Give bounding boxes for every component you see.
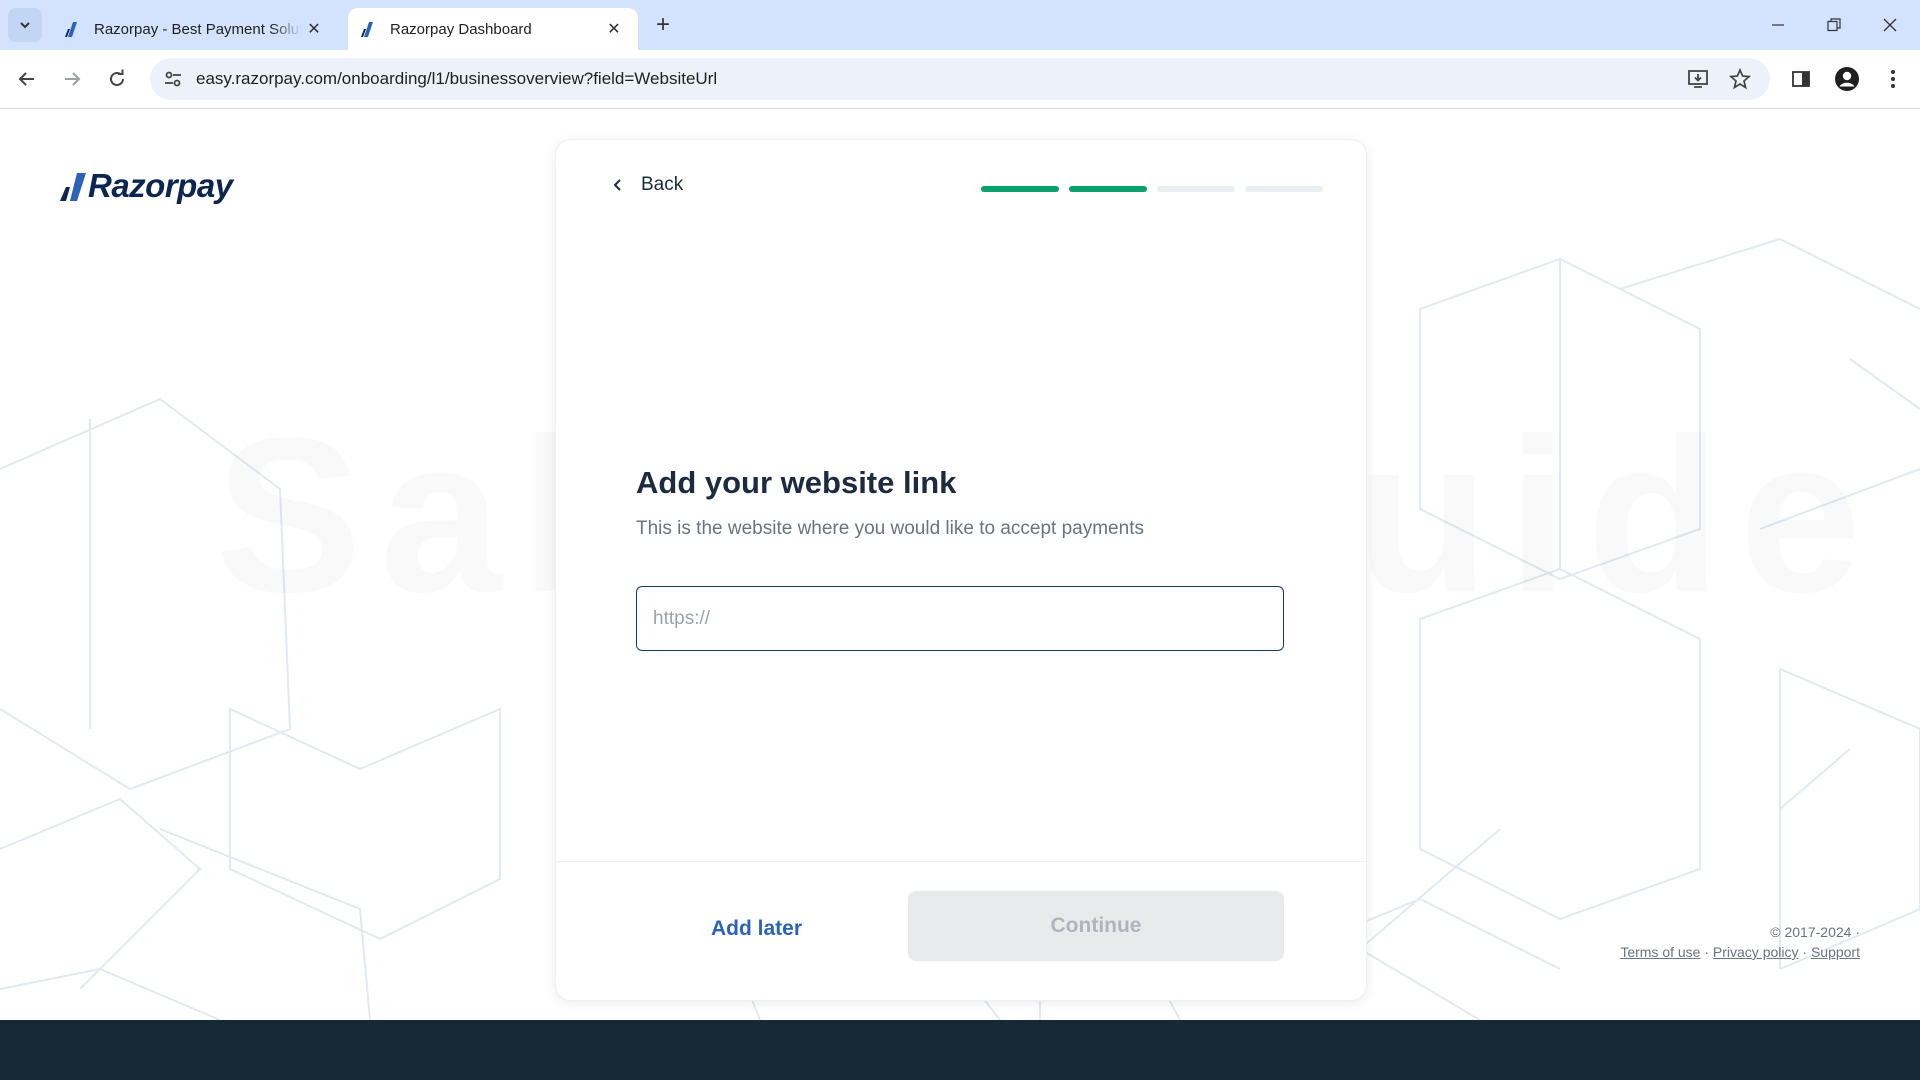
browser-menu-button[interactable] [1876, 62, 1910, 96]
browser-tab-razorpay-home[interactable]: Razorpay - Best Payment Solution ✕ [52, 8, 338, 50]
progress-step [1157, 186, 1235, 192]
copyright-text: © 2017-2024 · [1770, 924, 1860, 940]
reload-button[interactable] [100, 62, 134, 96]
razorpay-logo-icon [60, 173, 86, 201]
arrow-right-icon [65, 72, 81, 86]
progress-step [981, 186, 1059, 192]
close-tab-icon[interactable]: ✕ [302, 17, 326, 41]
chevron-down-icon [20, 22, 30, 29]
back-label: Back [641, 174, 684, 195]
razorpay-favicon-icon [65, 22, 77, 37]
address-bar[interactable]: easy.razorpay.com/onboarding/l1/business… [150, 58, 1770, 100]
razorpay-favicon-icon [361, 22, 373, 37]
tab-title: Razorpay Dashboard [390, 20, 532, 38]
separator: · [1802, 944, 1808, 960]
close-icon [1883, 18, 1897, 32]
profile-avatar-icon [1835, 67, 1859, 91]
continue-button[interactable]: Continue [908, 891, 1284, 961]
install-app-icon[interactable] [1686, 67, 1710, 91]
side-panel-button[interactable] [1784, 62, 1818, 96]
separator: · [1704, 944, 1710, 960]
back-nav-button[interactable] [10, 62, 44, 96]
reload-icon [110, 69, 124, 86]
forward-nav-button[interactable] [55, 62, 89, 96]
privacy-policy-link[interactable]: Privacy policy [1713, 944, 1799, 960]
browser-tab-strip: Razorpay - Best Payment Solution ✕ Razor… [0, 0, 1920, 50]
support-link[interactable]: Support [1811, 944, 1860, 960]
restore-icon [1827, 18, 1841, 32]
bookmark-star-icon[interactable] [1728, 67, 1752, 91]
website-url-input[interactable] [636, 586, 1284, 651]
logo-wordmark: Razorpay [88, 167, 233, 204]
site-settings-icon[interactable] [162, 68, 184, 90]
new-tab-button[interactable]: + [650, 11, 676, 38]
add-later-button[interactable]: Add later [711, 917, 802, 941]
close-window-button[interactable] [1862, 0, 1918, 50]
footer-divider [556, 861, 1366, 862]
url-text[interactable]: easy.razorpay.com/onboarding/l1/business… [196, 69, 717, 89]
bottom-bar [0, 1020, 1920, 1080]
minimize-icon [1772, 24, 1784, 26]
tab-title: Razorpay - Best Payment Solution [94, 20, 302, 38]
progress-step [1245, 186, 1323, 192]
page-subtitle: This is the website where you would like… [636, 518, 1144, 539]
progress-indicator [981, 186, 1323, 192]
razorpay-logo[interactable]: Razorpay [60, 167, 233, 205]
back-button[interactable]: Back [611, 174, 683, 196]
chevron-left-icon [613, 179, 621, 191]
page-content: Sahil R Guide Razorpay Back Add your web… [0, 109, 1920, 1020]
onboarding-card: Back Add your website link This is the w… [555, 139, 1367, 1001]
footer-links: © 2017-2024 · Terms of use · Privacy pol… [1620, 922, 1860, 962]
more-vertical-icon [1891, 70, 1895, 88]
minimize-button[interactable] [1750, 0, 1806, 50]
arrow-left-icon [18, 72, 34, 86]
progress-step [1069, 186, 1147, 192]
tab-search-button[interactable] [8, 8, 42, 42]
browser-toolbar: easy.razorpay.com/onboarding/l1/business… [0, 50, 1920, 109]
browser-tab-razorpay-dashboard[interactable]: Razorpay Dashboard ✕ [348, 8, 638, 50]
restore-button[interactable] [1806, 0, 1862, 50]
close-tab-icon[interactable]: ✕ [602, 17, 626, 41]
terms-of-use-link[interactable]: Terms of use [1620, 944, 1700, 960]
profile-button[interactable] [1830, 62, 1864, 96]
side-panel-icon [1792, 71, 1810, 87]
page-title: Add your website link [636, 465, 957, 500]
